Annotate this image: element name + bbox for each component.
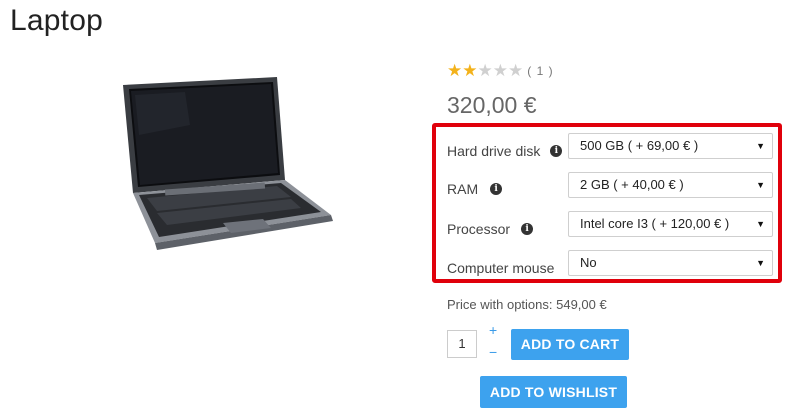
star-icon: ★ [462,61,478,80]
option-label-hard-drive: Hard drive disk i [447,143,563,159]
page-title: Laptop [10,4,103,37]
computer-mouse-select[interactable]: No ▼ [568,250,773,276]
star-icon: ★ [477,61,493,80]
price-with-options: Price with options: 549,00 € [447,297,607,312]
info-icon[interactable]: i [490,183,503,195]
option-label-ram: RAM i [447,181,503,197]
processor-select[interactable]: Intel core I3 ( + 120,00 € ) ▼ [568,211,773,237]
ram-select[interactable]: 2 GB ( + 40,00 € ) ▼ [568,172,773,198]
option-label-computer-mouse: Computer mouse [447,260,555,276]
add-to-cart-button[interactable]: ADD TO CART [511,329,629,360]
add-to-wishlist-button[interactable]: ADD TO WISHLIST [480,376,627,408]
star-icon: ★ [508,61,524,80]
info-icon[interactable]: i [550,145,563,157]
product-price: 320,00 € [447,92,537,118]
product-image [123,77,333,250]
quantity-increase-button[interactable]: + [489,322,497,338]
quantity-input[interactable]: 1 [447,330,477,358]
product-rating[interactable]: ★ ★ ★ ★ ★ ( 1 ) [447,62,554,79]
info-icon[interactable]: i [521,223,534,235]
rating-count[interactable]: ( 1 ) [527,64,553,78]
quantity-decrease-button[interactable]: − [489,344,497,360]
hard-drive-select[interactable]: 500 GB ( + 69,00 € ) ▼ [568,133,773,159]
chevron-down-icon: ▼ [756,141,765,151]
star-icon: ★ [492,61,508,80]
star-icon: ★ [447,61,463,80]
chevron-down-icon: ▼ [756,180,765,190]
option-label-processor: Processor i [447,221,534,237]
chevron-down-icon: ▼ [756,219,765,229]
chevron-down-icon: ▼ [756,258,765,268]
